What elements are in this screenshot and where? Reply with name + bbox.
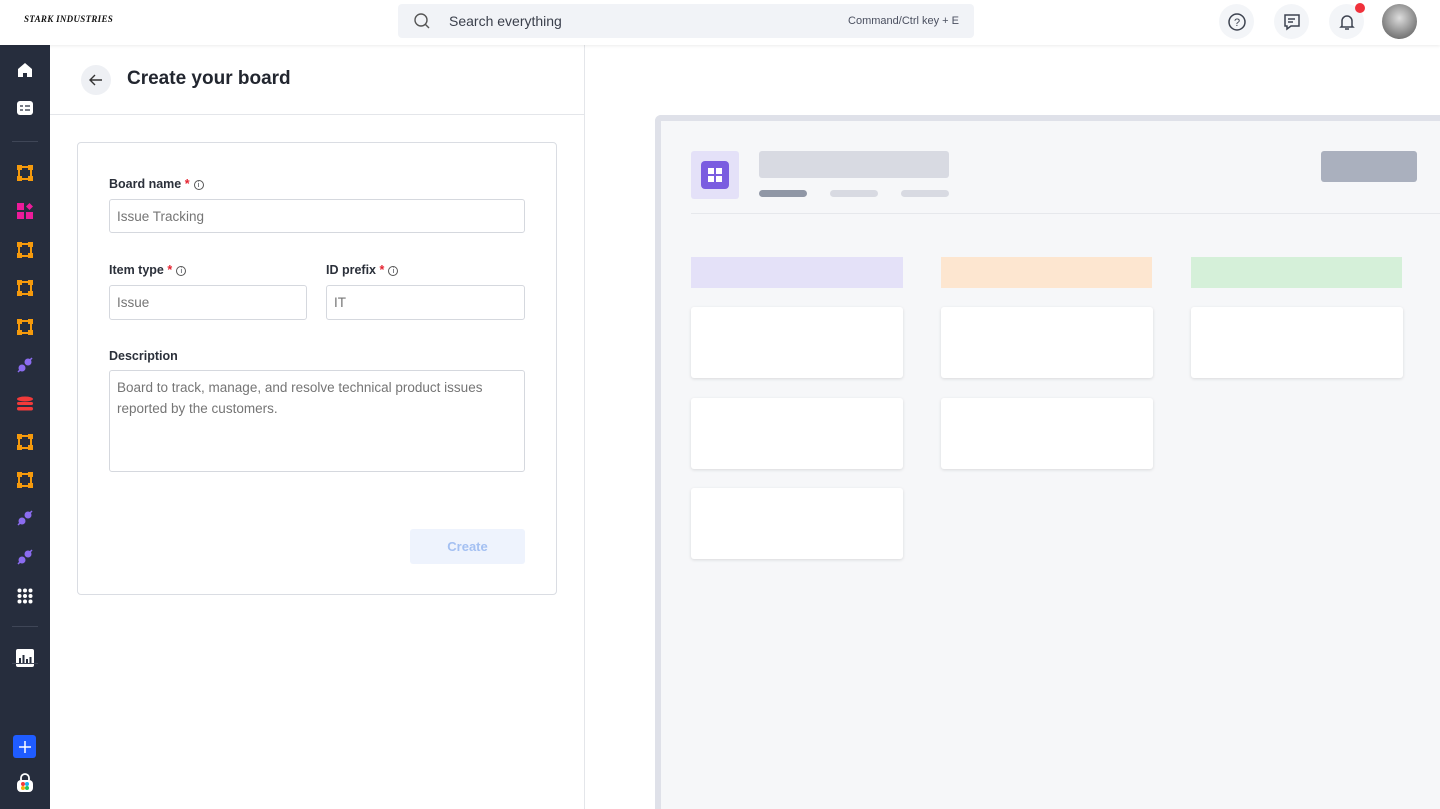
database-icon[interactable] (15, 394, 35, 414)
info-icon: i (176, 266, 187, 276)
marketplace-icon[interactable] (15, 773, 35, 793)
help-icon: ? (1227, 12, 1246, 31)
preview-card (691, 307, 903, 378)
plug-icon[interactable] (15, 547, 35, 567)
board-name-input[interactable] (109, 199, 525, 233)
home-icon[interactable] (15, 60, 35, 80)
preview-column-header (691, 257, 903, 288)
board-icon[interactable] (15, 278, 35, 298)
board-preview (655, 115, 1440, 809)
page-title: Create your board (127, 68, 291, 89)
bell-icon (1338, 14, 1355, 30)
plug-icon[interactable] (15, 355, 35, 375)
preview-card (941, 398, 1153, 469)
id-prefix-input[interactable] (326, 285, 525, 320)
notification-dot (1355, 3, 1365, 13)
sidebar (0, 45, 50, 809)
description-label: Description (109, 349, 178, 363)
info-icon: i (388, 266, 399, 276)
all-apps-grid-icon[interactable] (15, 586, 35, 606)
board-icon[interactable] (15, 432, 35, 452)
plus-icon (18, 740, 31, 753)
board-icon[interactable] (15, 240, 35, 260)
logo-text: STARK INDUSTRIES (24, 14, 114, 24)
board-icon[interactable] (15, 317, 35, 337)
board-icon-tile (691, 151, 739, 199)
preview-column-header (1191, 257, 1402, 288)
top-bar: STARK INDUSTRIES Search everything Comma… (0, 0, 1440, 45)
board-form: Board name *i Item type *i ID prefix *i … (77, 142, 557, 595)
plug-icon[interactable] (15, 508, 35, 528)
board-grid-icon (701, 161, 729, 189)
arrow-left-icon (89, 74, 102, 86)
add-button[interactable] (13, 735, 36, 758)
chat-icon (1283, 13, 1300, 30)
board-icon[interactable] (15, 470, 35, 490)
board-icon[interactable] (15, 163, 35, 183)
back-button[interactable] (81, 65, 111, 95)
preview-card (1191, 307, 1403, 378)
logo[interactable]: STARK INDUSTRIES (24, 14, 113, 24)
item-type-input[interactable] (109, 285, 307, 320)
id-prefix-label: ID prefix * i (326, 263, 399, 277)
search-bar[interactable]: Search everything Command/Ctrl key + E (398, 4, 974, 38)
create-board-panel: Create your board Board name *i Item typ… (50, 45, 585, 809)
notifications-button[interactable] (1329, 3, 1365, 39)
avatar[interactable] (1382, 4, 1417, 39)
preview-card (691, 488, 903, 559)
search-input[interactable]: Search everything (449, 13, 562, 29)
search-icon (414, 13, 430, 29)
preview-card (691, 398, 903, 469)
search-shortcut-hint: Command/Ctrl key + E (848, 15, 959, 27)
tasks-icon[interactable] (15, 98, 35, 118)
create-button[interactable]: Create (410, 529, 525, 564)
chat-button[interactable] (1274, 4, 1309, 39)
apps-widget-icon[interactable] (15, 201, 35, 221)
help-button[interactable]: ? (1219, 4, 1254, 39)
item-type-label: Item type * i (109, 263, 187, 277)
reports-chart-icon[interactable] (15, 648, 35, 668)
preview-card (941, 307, 1153, 378)
preview-column-header (941, 257, 1152, 288)
description-textarea[interactable] (109, 370, 525, 472)
board-name-label: Board name * i (109, 177, 204, 191)
svg-text:?: ? (1233, 17, 1239, 29)
info-icon: i (193, 180, 204, 190)
